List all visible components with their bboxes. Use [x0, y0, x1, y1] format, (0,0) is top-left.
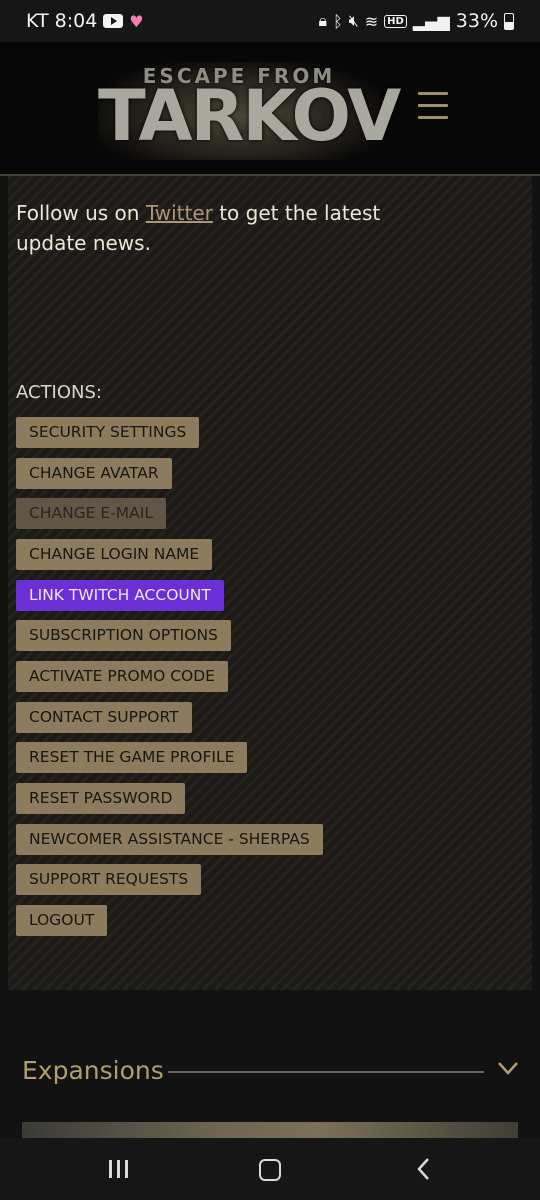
hamburger-menu-icon[interactable] — [418, 92, 448, 122]
expansion-banner-image[interactable] — [22, 1122, 518, 1138]
bluetooth-icon: ᛒ — [333, 11, 343, 31]
logout-button[interactable]: LOGOUT — [16, 905, 108, 936]
twitter-link[interactable]: Twitter — [146, 201, 213, 225]
expansions-title: Expansions — [22, 1056, 164, 1085]
recents-icon[interactable] — [106, 1156, 134, 1182]
link-twitch-account-button[interactable]: LINK TWITCH ACCOUNT — [16, 580, 224, 611]
expansions-divider — [168, 1071, 484, 1073]
newcomer-assistance-button[interactable]: NEWCOMER ASSISTANCE - SHERPAS — [16, 824, 323, 855]
reset-password-button[interactable]: RESET PASSWORD — [16, 783, 186, 814]
chevron-down-icon[interactable] — [496, 1058, 520, 1078]
change-avatar-button[interactable]: CHANGE AVATAR — [16, 458, 172, 489]
twitter-notice: Follow us on Twitter to get the latest u… — [16, 198, 436, 258]
site-header: ESCAPE FROM TARKOV — [0, 42, 540, 176]
wifi-icon: ≋ — [364, 11, 379, 31]
site-logo[interactable]: ESCAPE FROM TARKOV — [98, 62, 401, 160]
change-login-name-button[interactable]: CHANGE LOGIN NAME — [16, 539, 213, 570]
battery-percent: 33% — [455, 10, 498, 32]
heart-icon: ♥ — [129, 11, 144, 31]
battery-icon — [504, 12, 514, 30]
back-icon[interactable] — [410, 1156, 438, 1182]
signal-icon: ▂▄▆ — [412, 11, 450, 31]
youtube-icon — [103, 14, 124, 28]
reset-game-profile-button[interactable]: RESET THE GAME PROFILE — [16, 742, 248, 773]
subscription-options-button[interactable]: SUBSCRIPTION OPTIONS — [16, 620, 231, 651]
carrier-time: KT 8:04 — [26, 10, 98, 32]
change-email-button[interactable]: CHANGE E-MAIL — [16, 498, 166, 529]
mute-icon: 🔇︎ — [348, 11, 359, 30]
lock-icon: 🔒︎ — [318, 11, 328, 30]
account-panel: Follow us on Twitter to get the latest u… — [8, 176, 532, 990]
security-settings-button[interactable]: SECURITY SETTINGS — [16, 417, 200, 448]
logo-main-text: TARKOV — [98, 75, 401, 157]
home-icon[interactable] — [256, 1156, 284, 1182]
hd-icon: HD — [384, 14, 407, 28]
expansions-section-header[interactable]: Expansions — [22, 1052, 518, 1092]
system-nav-bar — [0, 1138, 540, 1200]
notice-text-before: Follow us on — [16, 201, 146, 225]
contact-support-button[interactable]: CONTACT SUPPORT — [16, 702, 192, 733]
support-requests-button[interactable]: SUPPORT REQUESTS — [16, 864, 202, 895]
activate-promo-code-button[interactable]: ACTIVATE PROMO CODE — [16, 661, 228, 692]
actions-heading: ACTIONS: — [16, 382, 102, 403]
status-bar: KT 8:04 ♥ 🔒︎ ᛒ 🔇︎ ≋ HD ▂▄▆ 33% — [0, 0, 540, 42]
